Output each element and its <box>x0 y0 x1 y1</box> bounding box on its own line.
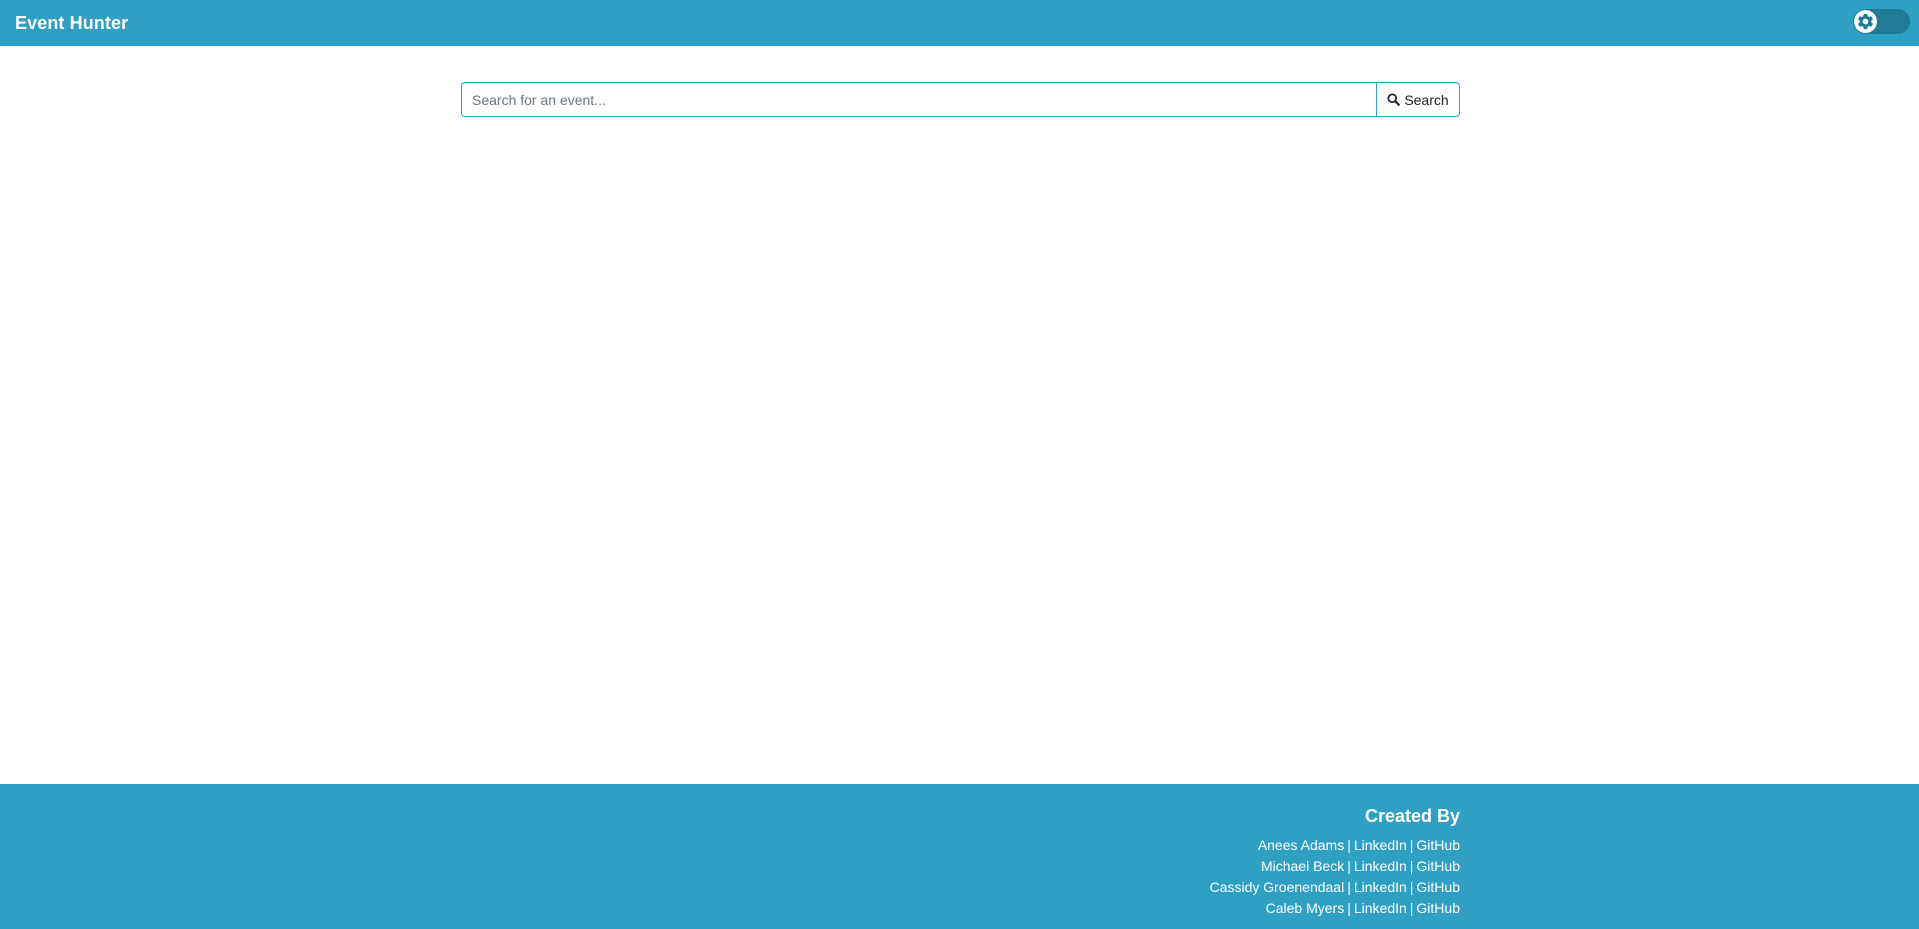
credit-row: Michael Beck | LinkedIn | GitHub <box>1210 856 1460 877</box>
brand-title[interactable]: Event Hunter <box>15 13 128 34</box>
github-link[interactable]: GitHub <box>1416 879 1460 895</box>
github-link[interactable]: GitHub <box>1416 858 1460 874</box>
credit-row: Cassidy Groenendaal | LinkedIn | GitHub <box>1210 877 1460 898</box>
separator: | <box>1409 858 1414 874</box>
separator: | <box>1409 837 1414 853</box>
credit-row: Anees Adams | LinkedIn | GitHub <box>1210 835 1460 856</box>
github-link[interactable]: GitHub <box>1416 900 1460 916</box>
separator: | <box>1409 879 1414 895</box>
author-name: Anees Adams <box>1257 837 1345 853</box>
author-name: Michael Beck <box>1260 858 1345 874</box>
search-button-label: Search <box>1404 91 1449 108</box>
separator: | <box>1347 900 1351 916</box>
github-link[interactable]: GitHub <box>1416 837 1460 853</box>
separator: | <box>1409 900 1414 916</box>
footer: Created By Anees Adams | LinkedIn | GitHub Mi… <box>0 784 1919 929</box>
search-input[interactable] <box>461 82 1376 117</box>
search-button[interactable]: Search <box>1376 82 1460 117</box>
author-name: Caleb Myers <box>1265 900 1345 916</box>
navbar: Event Hunter <box>0 0 1919 46</box>
separator: | <box>1347 837 1351 853</box>
search-icon <box>1387 93 1401 106</box>
separator: | <box>1347 858 1351 874</box>
credit-row: Caleb Myers | LinkedIn | GitHub <box>1210 898 1460 919</box>
separator: | <box>1347 879 1351 895</box>
author-name: Cassidy Groenendaal <box>1209 879 1345 895</box>
toggle-knob <box>1854 10 1877 33</box>
credits-list: Anees Adams | LinkedIn | GitHub Michael Beck |… <box>1210 835 1460 919</box>
linkedin-link[interactable]: LinkedIn <box>1354 837 1407 853</box>
linkedin-link[interactable]: LinkedIn <box>1354 858 1407 874</box>
credits-section: Created By Anees Adams | LinkedIn | GitHub Mi… <box>1210 806 1460 919</box>
theme-toggle[interactable] <box>1853 9 1910 34</box>
linkedin-link[interactable]: LinkedIn <box>1354 879 1407 895</box>
linkedin-link[interactable]: LinkedIn <box>1354 900 1407 916</box>
created-by-heading: Created By <box>1364 806 1460 826</box>
search-form: Search <box>461 82 1460 117</box>
gear-icon <box>1858 13 1873 30</box>
